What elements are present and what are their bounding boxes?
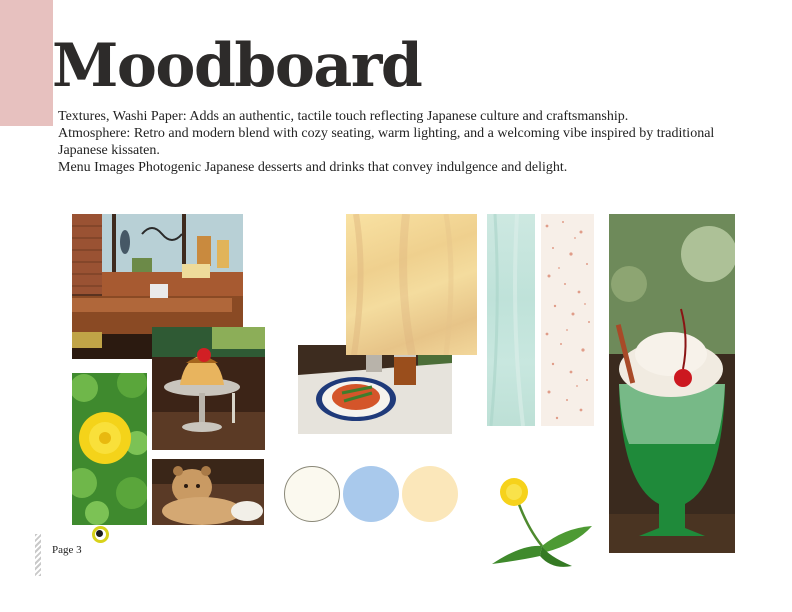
speckled-washi-texture — [541, 214, 594, 426]
dandelion-flower-illustration — [488, 474, 598, 574]
napolitan-spaghetti-photo — [298, 345, 452, 434]
pink-accent-tab — [0, 0, 53, 126]
yellow-washi-texture — [346, 214, 477, 355]
textures-line: Textures, Washi Paper: Adds an authentic… — [58, 109, 629, 124]
pudding-dessert-photo — [152, 327, 265, 450]
ring-center-icon — [96, 530, 103, 537]
atmosphere-line: Atmosphere: Retro and modern blend with … — [58, 126, 715, 158]
page-stripe-decoration — [35, 534, 41, 576]
page-number: Page 3 — [52, 544, 82, 556]
swatch-blue — [343, 466, 399, 522]
mint-washi-texture — [487, 214, 535, 426]
lion-cub-photo — [152, 459, 264, 525]
description-block: Textures, Washi Paper: Adds an authentic… — [58, 108, 748, 176]
dandelion-clover-photo — [72, 373, 147, 525]
swatch-cream — [284, 466, 340, 522]
swatch-yellow — [402, 466, 458, 522]
page-title: Moodboard — [52, 31, 423, 101]
menu-images-line: Menu Images Photogenic Japanese desserts… — [58, 160, 568, 175]
melon-cream-soda-photo — [609, 214, 735, 553]
